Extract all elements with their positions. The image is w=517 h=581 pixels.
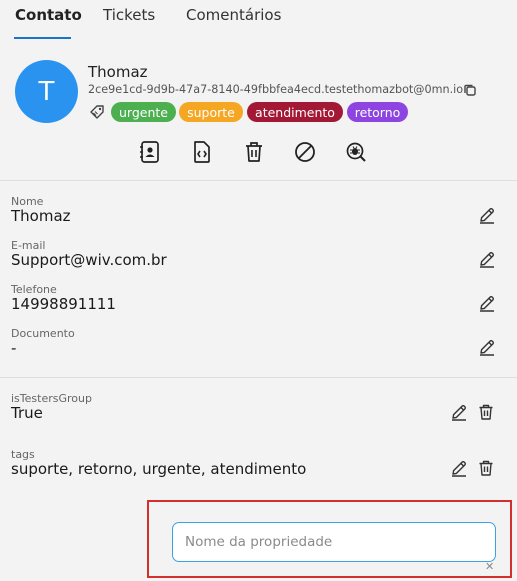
tag-chip-retorno[interactable]: retorno	[347, 102, 408, 122]
tag-label: suporte	[187, 104, 235, 120]
code-file-icon[interactable]	[191, 140, 213, 164]
edit-icon[interactable]	[478, 250, 496, 268]
trash-icon[interactable]	[243, 140, 265, 164]
tag-label: urgente	[119, 104, 168, 120]
tab-comentarios[interactable]: Comentários	[186, 6, 281, 24]
edit-icon[interactable]	[450, 403, 468, 421]
edit-icon[interactable]	[478, 338, 496, 356]
avatar: T	[15, 60, 78, 123]
field-value-documento: -	[11, 339, 17, 357]
field-value-email: Support@wiv.com.br	[11, 251, 167, 269]
field-value-nome: Thomaz	[11, 207, 71, 225]
tab-tickets[interactable]: Tickets	[103, 6, 155, 24]
tab-contato[interactable]: Contato	[15, 6, 82, 24]
tag-chip-urgente[interactable]: urgente	[111, 102, 176, 122]
field-value-tags: suporte, retorno, urgente, atendimento	[11, 460, 307, 478]
property-name-input[interactable]	[172, 522, 496, 562]
active-tab-indicator	[14, 37, 71, 39]
field-value-istestersgroup: True	[11, 404, 43, 422]
contact-card-icon[interactable]	[139, 140, 161, 164]
tag-chip-atendimento[interactable]: atendimento	[247, 102, 343, 122]
contact-name: Thomaz	[88, 63, 148, 81]
edit-icon[interactable]	[478, 206, 496, 224]
tab-bar: Contato Tickets Comentários	[0, 0, 517, 40]
field-label-documento: Documento	[11, 327, 75, 340]
tag-label: atendimento	[255, 104, 335, 120]
delete-icon[interactable]	[477, 403, 495, 421]
divider	[0, 180, 517, 181]
tag-icon[interactable]	[89, 103, 106, 120]
divider	[0, 377, 517, 378]
bug-search-icon[interactable]	[345, 140, 367, 164]
field-value-telefone: 14998891111	[11, 295, 116, 313]
tag-chip-suporte[interactable]: suporte	[179, 102, 243, 122]
contact-id: 2ce9e1cd-9d9b-47a7-8140-49fbbfea4ecd.tes…	[88, 83, 464, 96]
block-icon[interactable]	[294, 140, 316, 164]
delete-icon[interactable]	[477, 459, 495, 477]
edit-icon[interactable]	[450, 459, 468, 477]
copy-icon[interactable]	[463, 83, 477, 97]
tag-label: retorno	[354, 104, 401, 120]
close-icon[interactable]: ✕	[485, 560, 494, 573]
edit-icon[interactable]	[478, 294, 496, 312]
